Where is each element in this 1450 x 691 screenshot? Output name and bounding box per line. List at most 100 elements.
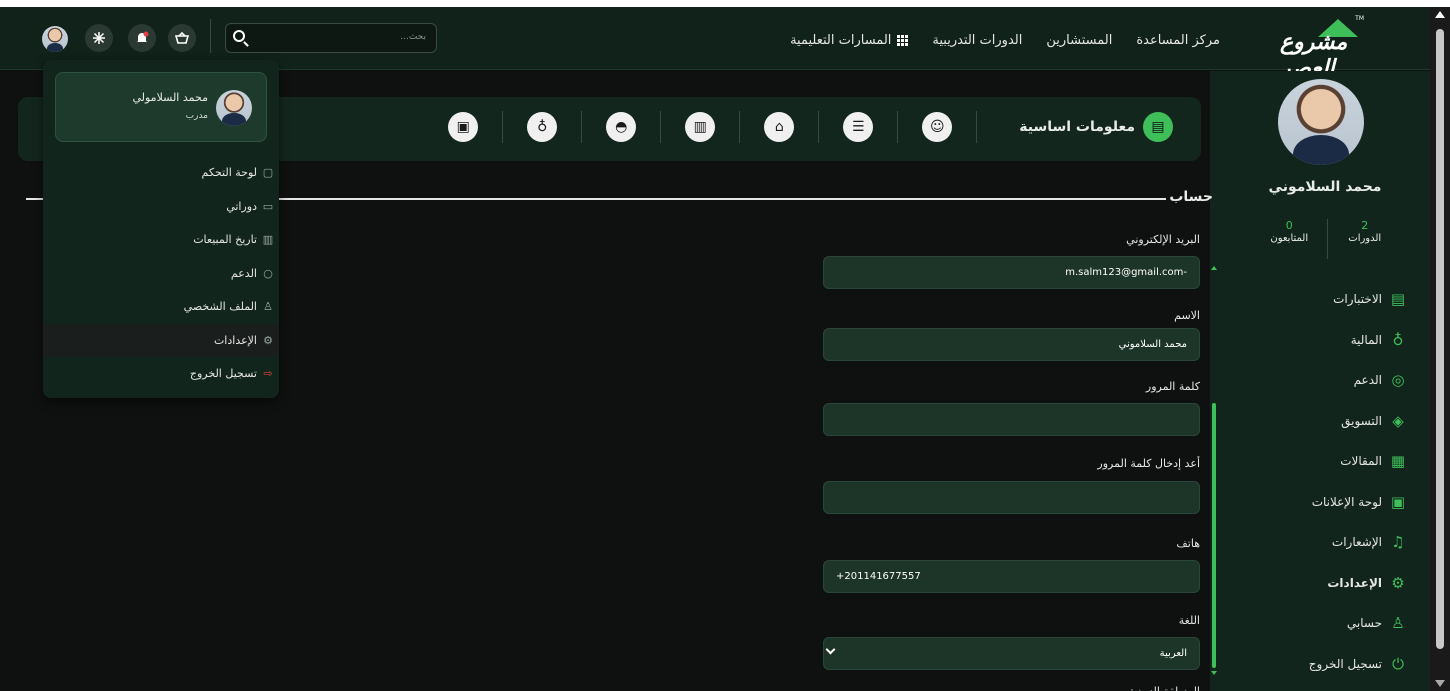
tab-bio[interactable]: ☰: [843, 112, 874, 142]
tab-basic-info[interactable]: ▤ معلومات اساسية: [1019, 112, 1173, 142]
profile-sidebar: محمد السلاموني 2 الدورات 0 المتابعون ▤ ال…: [1210, 71, 1430, 691]
search-icon: [233, 30, 245, 42]
scroll-down-icon[interactable]: [1435, 680, 1445, 687]
power-icon: ⏻: [1392, 654, 1404, 673]
site-logo[interactable]: TM مشروع العصر: [1280, 15, 1400, 81]
document-icon: ☰: [851, 119, 865, 135]
page-scrollbar[interactable]: [1430, 7, 1450, 691]
tab-divider: [739, 111, 741, 143]
sidebar-item-articles[interactable]: ▦ المقالات: [1228, 441, 1408, 482]
dropdown-item-dashboard[interactable]: ▢ لوحة التحكم: [43, 156, 279, 190]
tab-divider: [897, 111, 899, 143]
sidebar-item-marketing[interactable]: ◈ التسويق: [1228, 401, 1408, 442]
phone-label: هاتف: [1176, 537, 1200, 550]
id-card-icon: ▣: [456, 119, 470, 135]
confirm-password-group: أعد إدخال كلمة المرور: [823, 454, 1200, 514]
dropdown-item-label: الدعم: [230, 266, 257, 280]
confirm-password-label: أعد إدخال كلمة المرور: [1097, 457, 1200, 470]
stat-courses: 2 الدورات: [1328, 219, 1403, 259]
tab-certificates[interactable]: ▥: [685, 112, 716, 142]
dropdown-item-label: تاريخ المبيعات: [193, 233, 257, 247]
dropdown-item-my-courses[interactable]: ▭ دوراتي: [43, 190, 279, 224]
account-form: البريد الإلكتروني m.salm123@gmail.com- ا…: [823, 230, 1200, 691]
sidebar-item-settings[interactable]: ⚙ الإعدادات: [1228, 563, 1408, 604]
dropdown-item-label: لوحة التحكم: [201, 166, 257, 180]
sidebar-item-label: الإشعارات: [1331, 535, 1382, 550]
nav-courses[interactable]: الدورات التدريبية: [932, 33, 1022, 48]
sidebar-item-my-account[interactable]: ♙ حسابي: [1228, 603, 1408, 644]
search-placeholder: بحث...: [400, 32, 426, 42]
lifebuoy-icon: ◎: [1391, 371, 1405, 390]
header-divider: [210, 19, 211, 53]
timezone-group: المنطقة الزمنية: [823, 682, 1200, 691]
stat-value: 2: [1361, 219, 1369, 232]
dropdown-user-card[interactable]: محمد السلامولي مدرب: [55, 72, 267, 142]
graduation-cap-icon: ⌂: [774, 119, 784, 135]
sidebar-item-label: حسابي: [1346, 616, 1382, 631]
grid-icon: [897, 35, 909, 46]
sidebar-scroll-thumb[interactable]: [1212, 403, 1216, 668]
basket-icon[interactable]: [168, 24, 196, 52]
tab-divider: [660, 111, 662, 143]
stat-label: الدورات: [1348, 233, 1382, 244]
stat-followers: 0 المتابعون: [1252, 219, 1328, 259]
user-avatar-button[interactable]: [42, 26, 68, 52]
tab-education[interactable]: ⌂: [764, 112, 795, 142]
sidebar-item-quizzes[interactable]: ▤ الاختبارات: [1228, 279, 1408, 320]
sidebar-item-label: المالية: [1350, 332, 1382, 347]
sidebar-scrollbar[interactable]: [1210, 71, 1218, 691]
dropdown-item-sales-history[interactable]: ▥ تاريخ المبيعات: [43, 223, 279, 257]
phone-field[interactable]: +201141677557: [823, 560, 1200, 593]
certificate-icon: ▥: [693, 119, 707, 135]
tab-payment[interactable]: ♁: [527, 112, 558, 142]
dropdown-list: ▢ لوحة التحكم ▭ دوراتي ▥ تاريخ المبيعات ○ ال…: [43, 156, 279, 391]
dropdown-item-label: الملف الشخصي: [183, 300, 257, 314]
sidebar-item-ad-board[interactable]: ▣ لوحة الإعلانات: [1228, 482, 1408, 523]
dropdown-item-label: دوراتي: [226, 199, 257, 213]
dropdown-item-profile[interactable]: ♙ الملف الشخصي: [43, 290, 279, 324]
nav-label: مركز المساعدة: [1136, 33, 1220, 48]
nav-consultants[interactable]: المستشارين: [1046, 33, 1112, 48]
sidebar-item-finance[interactable]: ♁ المالية: [1228, 320, 1408, 361]
sidebar-item-label: الإعدادات: [1327, 575, 1382, 590]
password-label: كلمة المرور: [1145, 380, 1200, 393]
dropdown-item-logout[interactable]: ⇨ تسجيل الخروج: [43, 357, 279, 391]
scroll-up-icon[interactable]: [1435, 11, 1445, 18]
nav-help-center[interactable]: مركز المساعدة: [1136, 33, 1220, 48]
user-icon: ♙: [263, 300, 273, 314]
sidebar-scroll-up-icon[interactable]: [1211, 266, 1217, 270]
sidebar-item-notifications[interactable]: ♫ الإشعارات: [1228, 522, 1408, 563]
search-box[interactable]: بحث...: [225, 23, 437, 53]
confirm-password-field[interactable]: [823, 481, 1200, 514]
article-icon: ▦: [1390, 452, 1406, 471]
clipboard-icon: ▤: [1143, 112, 1173, 142]
bell-icon[interactable]: [128, 24, 156, 52]
language-select[interactable]: العربية: [823, 637, 1200, 670]
nav-learning-paths[interactable]: المسارات التعليمية: [790, 33, 909, 48]
tab-experience[interactable]: ◓: [606, 112, 637, 142]
dropdown-item-label: الإعدادات: [213, 333, 257, 347]
sidebar-item-support[interactable]: ◎ الدعم: [1228, 360, 1408, 401]
nav-label: الدورات التدريبية: [932, 33, 1023, 48]
ad-board-icon: ▣: [1390, 492, 1406, 511]
logout-icon: ⇨: [263, 367, 273, 381]
dropdown-item-settings[interactable]: ⚙ الإعدادات: [43, 323, 279, 357]
sidebar-scroll-down-icon[interactable]: [1211, 671, 1217, 675]
tab-divider: [502, 111, 504, 143]
avatar: [216, 90, 252, 126]
password-field[interactable]: [823, 403, 1200, 436]
timezone-label: المنطقة الزمنية: [823, 682, 1200, 691]
stat-label: المتابعون: [1270, 233, 1309, 244]
sidebar-item-logout[interactable]: ⏻ تسجيل الخروج: [1228, 644, 1408, 685]
tab-identity[interactable]: ▣: [448, 112, 479, 142]
chat-icon: ○: [263, 266, 273, 280]
tab-profile-image[interactable]: ☺: [922, 112, 953, 142]
settings-tabs: ▤ معلومات اساسية ☺ ☰ ⌂ ▥ ◓ ♁ ▣: [448, 111, 1173, 143]
dropdown-item-support[interactable]: ○ الدعم: [43, 257, 279, 291]
user-dropdown-menu: محمد السلامولي مدرب ▢ لوحة التحكم ▭ دوراتي…: [43, 60, 279, 398]
snowflake-icon[interactable]: [85, 24, 113, 52]
email-field[interactable]: m.salm123@gmail.com-: [823, 256, 1200, 289]
scrollbar-thumb[interactable]: [1436, 29, 1444, 649]
gear-icon: ⚙: [263, 333, 273, 347]
name-field[interactable]: محمد السلاموني: [823, 328, 1200, 361]
